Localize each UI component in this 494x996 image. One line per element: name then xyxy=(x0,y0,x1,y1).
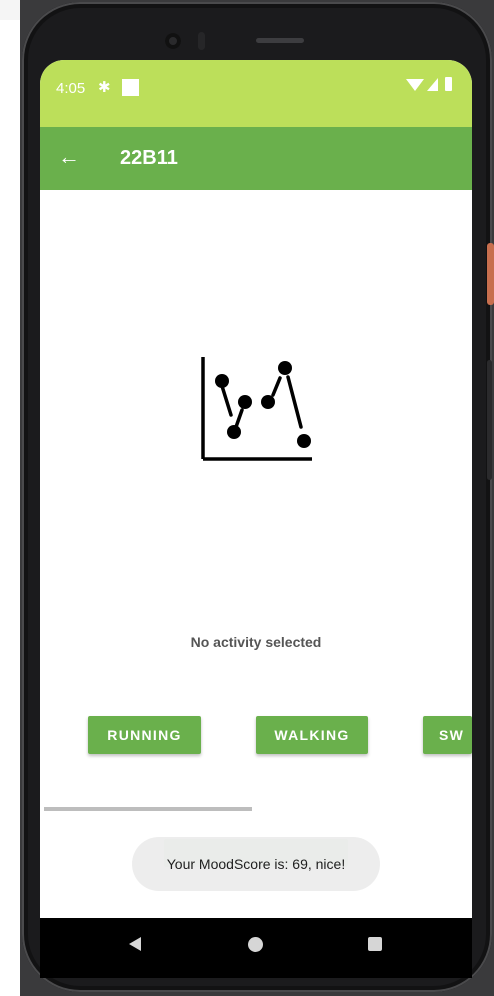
page-title: 22B11 xyxy=(120,147,178,169)
chart-point xyxy=(297,434,311,448)
signal-icon xyxy=(427,78,438,91)
square-notification-icon xyxy=(122,79,139,96)
battery-icon xyxy=(445,77,452,91)
running-button[interactable]: RUNNING xyxy=(88,716,201,754)
chart-segment xyxy=(271,376,282,397)
chart-point xyxy=(278,361,292,375)
home-icon[interactable] xyxy=(248,937,263,952)
power-button[interactable] xyxy=(487,243,494,305)
chart-point xyxy=(238,395,252,409)
sensor-icon xyxy=(198,32,205,50)
device-screen: 4:05 ✱ ← 22B11 No activity selected RUNN… xyxy=(40,60,472,920)
wifi-icon xyxy=(406,79,424,91)
navigation-bar xyxy=(40,918,472,978)
horizontal-scrollbar[interactable] xyxy=(44,807,252,811)
toast-message: Your MoodScore is: 69, nice! xyxy=(132,837,380,891)
earpiece-speaker xyxy=(256,38,304,43)
chart-point xyxy=(261,395,275,409)
swimming-button[interactable]: SW xyxy=(423,716,472,754)
empty-state-message: No activity selected xyxy=(190,634,322,650)
walking-button[interactable]: WALKING xyxy=(256,716,368,754)
settings-icon: ✱ xyxy=(98,79,111,96)
volume-button[interactable] xyxy=(487,360,492,480)
status-time: 4:05 xyxy=(56,80,86,97)
front-camera-icon xyxy=(165,33,181,49)
app-bar: ← 22B11 xyxy=(40,127,472,190)
back-arrow-icon[interactable]: ← xyxy=(58,145,82,169)
status-bar: 4:05 ✱ xyxy=(40,60,472,127)
chart-segment xyxy=(234,408,244,429)
desktop-background xyxy=(0,0,20,996)
chart-segment xyxy=(286,375,303,429)
recents-icon[interactable] xyxy=(368,937,382,951)
chart-point xyxy=(227,425,241,439)
chart-segment xyxy=(220,384,233,417)
back-icon[interactable] xyxy=(129,937,141,951)
chart-point xyxy=(215,374,229,388)
scatter-chart-icon xyxy=(201,357,312,461)
